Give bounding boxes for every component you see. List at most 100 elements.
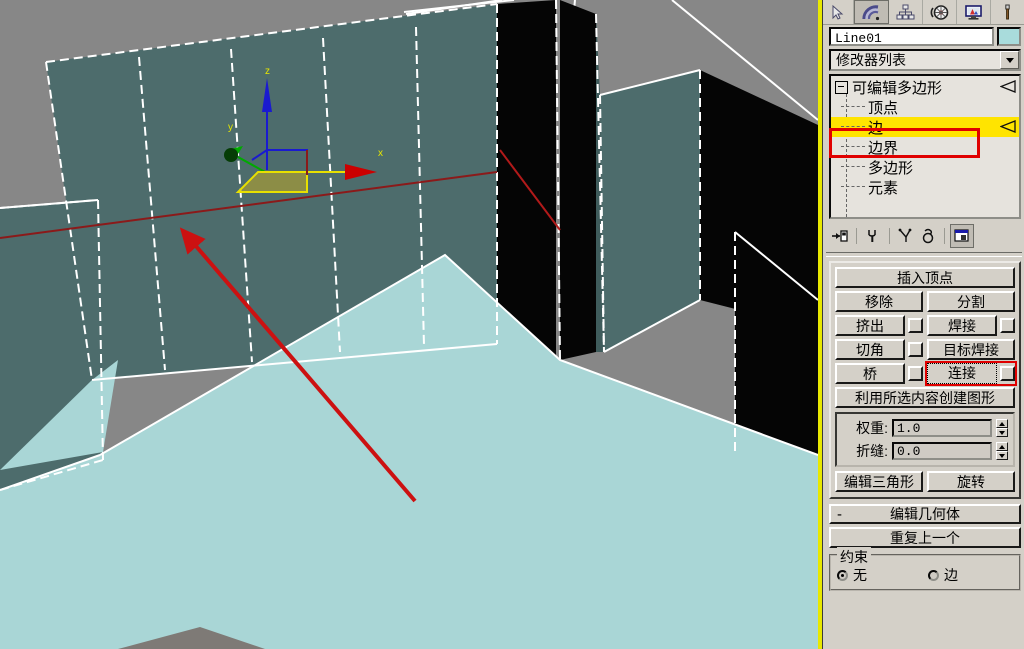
weight-label: 权重: <box>856 420 888 436</box>
show-end-result-icon[interactable] <box>862 225 884 247</box>
weld-button[interactable]: 焊接 <box>927 315 997 336</box>
object-name-row: Line01 <box>829 27 1021 46</box>
constraint-none-label: 无 <box>853 567 867 583</box>
chamfer-button[interactable]: 切角 <box>835 339 905 360</box>
hierarchy-tab[interactable] <box>889 0 923 24</box>
weld-settings-button[interactable] <box>1000 318 1015 333</box>
chevron-down-icon[interactable] <box>1000 51 1019 69</box>
stack-item-label: 边 <box>868 119 884 137</box>
gizmo-y-label: y <box>228 122 233 133</box>
rollout-minimize-glyph[interactable]: - <box>837 506 842 523</box>
remove-split-row: 移除 分割 <box>835 291 1015 312</box>
edit-edges-rollout: 插入顶点 移除 分割 挤出 焊接 切角 目标焊接 桥 连接 利用所选内容创建图形… <box>829 261 1021 499</box>
stack-item-editable-poly[interactable]: 可编辑多边形 <box>831 77 1019 97</box>
stack-item-edge[interactable]: 边 <box>831 117 1019 137</box>
stack-item-label: 顶点 <box>868 99 899 117</box>
spinner-down-icon[interactable] <box>996 428 1008 437</box>
spinner-down-icon[interactable] <box>996 451 1008 460</box>
pin-stack-icon[interactable] <box>829 225 851 247</box>
insert-vertex-button[interactable]: 插入顶点 <box>835 267 1015 288</box>
spinner-up-icon[interactable] <box>996 419 1008 428</box>
constraint-none-radio[interactable]: 无 <box>837 565 922 585</box>
connect-settings-button[interactable] <box>1000 366 1015 381</box>
viewport-scene: z y x <box>0 0 818 649</box>
extrude-button[interactable]: 挤出 <box>835 315 905 336</box>
stack-arrow-icon <box>1000 120 1016 133</box>
modifier-list-dropdown[interactable]: 修改器列表 <box>829 49 1021 71</box>
constraint-edge-radio[interactable]: 边 <box>928 565 1013 585</box>
create-shape-row: 利用所选内容创建图形 <box>835 387 1015 408</box>
create-shape-from-selection-button[interactable]: 利用所选内容创建图形 <box>835 387 1015 408</box>
weight-spinner[interactable] <box>996 419 1008 437</box>
modifier-stack-toolbar <box>829 223 1021 249</box>
stack-item-border[interactable]: 边界 <box>831 137 1019 157</box>
rainbow-arc-icon <box>862 4 880 20</box>
edit-triangulation-button[interactable]: 编辑三角形 <box>835 471 923 492</box>
radio-dot-icon[interactable] <box>837 569 848 581</box>
toolbar-divider <box>889 228 890 244</box>
insert-vertex-row: 插入顶点 <box>835 267 1015 288</box>
split-button[interactable]: 分割 <box>927 291 1015 312</box>
constraints-radio-row: 无 边 <box>837 565 1013 585</box>
constraint-edge-label: 边 <box>944 567 958 583</box>
gizmo-z-label: z <box>265 66 270 77</box>
weight-input[interactable]: 1.0 <box>892 419 992 437</box>
toolbar-divider <box>856 228 857 244</box>
crease-spinner[interactable] <box>996 442 1008 460</box>
stack-item-element[interactable]: 元素 <box>831 177 1019 197</box>
object-name-field[interactable]: Line01 <box>829 27 994 46</box>
chamfer-settings-button[interactable] <box>908 342 923 357</box>
radio-dot-icon[interactable] <box>928 569 939 581</box>
make-unique-icon[interactable] <box>895 225 917 247</box>
stack-item-label: 可编辑多边形 <box>852 79 943 97</box>
utilities-tab[interactable] <box>991 0 1024 24</box>
turn-button[interactable]: 旋转 <box>927 471 1015 492</box>
tree-branch-line <box>841 166 865 168</box>
stack-item-polygon[interactable]: 多边形 <box>831 157 1019 177</box>
crease-label: 折缝: <box>856 443 888 459</box>
collapse-toggle-icon[interactable] <box>835 80 848 94</box>
repeat-last-row: 重复上一个 <box>829 527 1021 548</box>
target-weld-button[interactable]: 目标焊接 <box>927 339 1015 360</box>
modifier-list-label: 修改器列表 <box>836 52 906 68</box>
stack-item-label: 多边形 <box>868 159 914 177</box>
remove-button[interactable]: 移除 <box>835 291 923 312</box>
hammer-icon <box>1005 4 1010 19</box>
extrude-settings-button[interactable] <box>908 318 923 333</box>
tree-branch-line <box>841 106 865 108</box>
repeat-last-button[interactable]: 重复上一个 <box>829 527 1021 548</box>
weight-crease-group: 权重: 1.0 折缝: 0.0 <box>835 412 1015 467</box>
3dsmax-window: z y x Line01 修改器列表 可编辑多边形 顶点 边 边界 多边形 元素… <box>0 0 1024 649</box>
stack-item-label: 元素 <box>868 179 899 197</box>
extrude-weld-row: 挤出 焊接 <box>835 315 1015 336</box>
gizmo-x-label: x <box>378 148 383 159</box>
command-panel-tabs <box>823 0 1024 25</box>
perspective-viewport[interactable]: z y x <box>0 0 818 649</box>
hierarchy-tree-icon <box>896 4 915 19</box>
crease-input[interactable]: 0.0 <box>892 442 992 460</box>
arrow-cursor-icon <box>832 4 843 20</box>
edit-geometry-rollout-header[interactable]: - 编辑几何体 <box>829 504 1021 524</box>
display-tab[interactable] <box>957 0 991 24</box>
modify-tab[interactable] <box>854 0 889 24</box>
bridge-connect-row: 桥 连接 <box>835 361 1017 386</box>
chamfer-targetweld-row: 切角 目标焊接 <box>835 339 1015 360</box>
bridge-button[interactable]: 桥 <box>835 363 905 384</box>
connect-button[interactable]: 连接 <box>927 363 997 384</box>
object-color-swatch[interactable] <box>997 27 1021 46</box>
connect-highlight-box: 连接 <box>925 361 1017 386</box>
configure-sets-icon[interactable] <box>950 224 974 248</box>
command-panel: Line01 修改器列表 可编辑多边形 顶点 边 边界 多边形 元素 插入顶点 … <box>822 0 1024 649</box>
modifier-stack[interactable]: 可编辑多边形 顶点 边 边界 多边形 元素 <box>829 74 1021 219</box>
tree-branch-line <box>841 146 865 148</box>
bridge-settings-button[interactable] <box>908 366 923 381</box>
edit-tri-turn-row: 编辑三角形 旋转 <box>835 471 1015 492</box>
monitor-display-icon <box>965 4 982 20</box>
stack-item-vertex[interactable]: 顶点 <box>831 97 1019 117</box>
remove-modifier-icon[interactable] <box>917 225 939 247</box>
stack-item-label: 边界 <box>868 139 899 157</box>
spinner-up-icon[interactable] <box>996 442 1008 451</box>
tree-branch-line <box>841 126 865 128</box>
motion-tab[interactable] <box>923 0 957 24</box>
create-tab[interactable] <box>823 0 854 24</box>
